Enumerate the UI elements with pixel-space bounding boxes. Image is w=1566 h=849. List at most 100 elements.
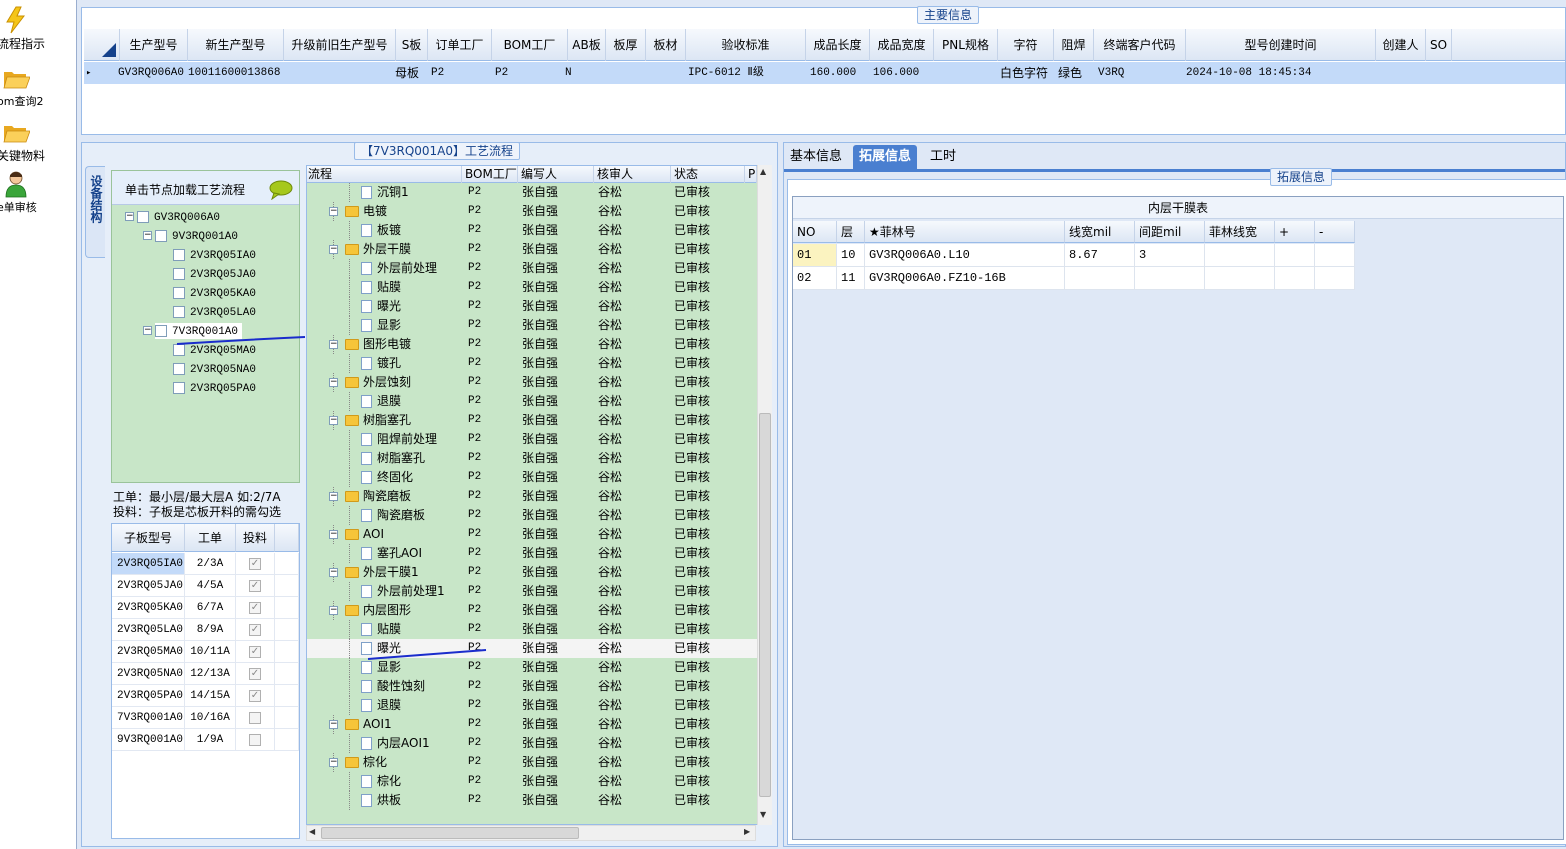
- tree-checkbox[interactable]: [173, 363, 185, 375]
- sub-cell-order[interactable]: 10/11A: [185, 641, 236, 663]
- sub-cell-order[interactable]: 8/9A: [185, 619, 236, 641]
- nav-item-key-material[interactable]: 关键物料: [0, 116, 76, 164]
- sub-cell-order[interactable]: 14/15A: [185, 685, 236, 707]
- process-row[interactable]: − 陶瓷磨板 P2 张自强 谷松 已审核: [307, 487, 757, 506]
- col-header[interactable]: 板材: [646, 29, 686, 61]
- tree-node[interactable]: 2V3RQ05MA0: [173, 342, 256, 358]
- ext-cell-remove[interactable]: [1315, 244, 1355, 267]
- proc-col-status[interactable]: 状态: [671, 166, 745, 183]
- ext-cell-remove[interactable]: [1315, 267, 1355, 290]
- tree-checkbox[interactable]: [173, 249, 185, 261]
- scroll-down-icon[interactable]: ▼: [760, 810, 766, 819]
- expand-toggle-icon[interactable]: −: [329, 758, 338, 767]
- process-row[interactable]: 曝光 P2 张自强 谷松 已审核: [307, 297, 757, 316]
- col-header[interactable]: 订单工厂: [428, 29, 492, 61]
- vscroll-thumb[interactable]: [759, 413, 771, 797]
- process-row[interactable]: − 内层图形 P2 张自强 谷松 已审核: [307, 601, 757, 620]
- expand-toggle-icon[interactable]: −: [329, 606, 338, 615]
- ext-col-remove[interactable]: -: [1315, 221, 1355, 243]
- process-row[interactable]: 终固化 P2 张自强 谷松 已审核: [307, 468, 757, 487]
- sub-cell-order[interactable]: 10/16A: [185, 707, 236, 729]
- tree-checkbox[interactable]: [155, 230, 167, 242]
- proc-col-flow[interactable]: 流程: [307, 166, 462, 183]
- feed-checkbox[interactable]: ✓: [249, 668, 261, 680]
- ext-cell-film_width[interactable]: [1205, 267, 1275, 290]
- feed-checkbox[interactable]: ✓: [249, 580, 261, 592]
- expand-toggle-icon[interactable]: −: [329, 720, 338, 729]
- scroll-up-icon[interactable]: ▲: [760, 167, 766, 176]
- process-row[interactable]: − 外层干膜1 P2 张自强 谷松 已审核: [307, 563, 757, 582]
- ext-col-add[interactable]: +: [1275, 221, 1315, 243]
- tree-node[interactable]: 2V3RQ05PA0: [173, 380, 256, 396]
- nav-item-process-guide[interactable]: 流程指示: [0, 4, 76, 56]
- ext-col-layer[interactable]: 层: [837, 221, 865, 243]
- feed-checkbox[interactable]: [249, 712, 261, 724]
- col-header[interactable]: 字符: [998, 29, 1054, 61]
- process-row[interactable]: − 外层蚀刻 P2 张自强 谷松 已审核: [307, 373, 757, 392]
- feed-checkbox[interactable]: ✓: [249, 646, 261, 658]
- sub-cell-order[interactable]: 4/5A: [185, 575, 236, 597]
- expand-toggle-icon[interactable]: −: [329, 378, 338, 387]
- ext-col-width[interactable]: 线宽mil: [1065, 221, 1135, 243]
- process-row[interactable]: 退膜 P2 张自强 谷松 已审核: [307, 392, 757, 411]
- ext-cell-width[interactable]: [1065, 267, 1135, 290]
- tree-node[interactable]: 9V3RQ001A0: [155, 228, 238, 244]
- nav-item-bom-query[interactable]: om查询2: [0, 62, 76, 110]
- ext-cell-width[interactable]: 8.67: [1065, 244, 1135, 267]
- proc-col-bom[interactable]: BOM工厂: [462, 166, 518, 183]
- process-row[interactable]: 陶瓷磨板 P2 张自强 谷松 已审核: [307, 506, 757, 525]
- col-header[interactable]: 板厚: [606, 29, 646, 61]
- tab-work-hours[interactable]: 工时: [924, 145, 962, 169]
- process-row[interactable]: 沉铜1 P2 张自强 谷松 已审核: [307, 183, 757, 202]
- expand-toggle-icon[interactable]: −: [329, 530, 338, 539]
- feed-checkbox[interactable]: ✓: [249, 624, 261, 636]
- sub-col-feed[interactable]: 投料: [236, 524, 275, 552]
- proc-col-writer[interactable]: 编写人: [518, 166, 594, 183]
- ext-cell-film[interactable]: GV3RQ006A0.FZ10-16B: [865, 267, 1065, 290]
- sub-cell-order[interactable]: 6/7A: [185, 597, 236, 619]
- feed-checkbox[interactable]: [249, 734, 261, 746]
- col-header[interactable]: BOM工厂: [492, 29, 568, 61]
- process-row[interactable]: 板镀 P2 张自强 谷松 已审核: [307, 221, 757, 240]
- sub-col-model[interactable]: 子板型号: [112, 524, 185, 552]
- sub-cell-order[interactable]: 2/3A: [185, 553, 236, 575]
- col-header[interactable]: 终端客户代码: [1094, 29, 1186, 61]
- feed-checkbox[interactable]: ✓: [249, 690, 261, 702]
- col-header[interactable]: AB板: [568, 29, 606, 61]
- process-row[interactable]: 镀孔 P2 张自强 谷松 已审核: [307, 354, 757, 373]
- sub-cell-model[interactable]: 2V3RQ05NA0: [112, 663, 185, 685]
- col-header[interactable]: 创建人: [1376, 29, 1426, 61]
- process-row[interactable]: 外层前处理 P2 张自强 谷松 已审核: [307, 259, 757, 278]
- col-header[interactable]: 升级前旧生产型号: [284, 29, 396, 61]
- process-row[interactable]: − 电镀 P2 张自强 谷松 已审核: [307, 202, 757, 221]
- proc-col-p[interactable]: P: [745, 166, 757, 183]
- hscroll-thumb[interactable]: [321, 827, 579, 839]
- tree-node[interactable]: 2V3RQ05JA0: [173, 266, 256, 282]
- expand-toggle-icon[interactable]: −: [329, 492, 338, 501]
- tree-node[interactable]: GV3RQ006A0: [137, 209, 220, 225]
- ext-cell-add[interactable]: [1275, 267, 1315, 290]
- process-row[interactable]: 塞孔AOI P2 张自强 谷松 已审核: [307, 544, 757, 563]
- process-row[interactable]: 曝光 P2 张自强 谷松 已审核: [307, 639, 757, 658]
- col-header[interactable]: 生产型号: [120, 29, 188, 61]
- tab-basic-info[interactable]: 基本信息: [784, 145, 848, 169]
- expand-toggle-icon[interactable]: −: [329, 207, 338, 216]
- col-header[interactable]: 型号创建时间: [1186, 29, 1376, 61]
- process-row[interactable]: 烘板 P2 张自强 谷松 已审核: [307, 791, 757, 810]
- proc-col-reviewer[interactable]: 核审人: [594, 166, 671, 183]
- tree-node[interactable]: 2V3RQ05LA0: [173, 304, 256, 320]
- scroll-left-icon[interactable]: ◀: [309, 827, 315, 836]
- sub-cell-model[interactable]: 2V3RQ05PA0: [112, 685, 185, 707]
- feed-checkbox[interactable]: ✓: [249, 602, 261, 614]
- sub-cell-model[interactable]: 9V3RQ001A0: [112, 729, 185, 751]
- ext-cell-film_width[interactable]: [1205, 244, 1275, 267]
- main-grid-row[interactable]: ▸ GV3RQ006A0 10011600013868 母板 P2 P2 N I…: [84, 62, 1565, 84]
- col-header[interactable]: S板: [396, 29, 428, 61]
- sub-cell-model[interactable]: 2V3RQ05IA0: [112, 553, 185, 575]
- sub-col-order[interactable]: 工单: [185, 524, 236, 552]
- expand-toggle-icon[interactable]: −: [143, 326, 152, 335]
- process-row[interactable]: 棕化 P2 张自强 谷松 已审核: [307, 772, 757, 791]
- tree-checkbox[interactable]: [173, 344, 185, 356]
- expand-toggle-icon[interactable]: −: [143, 231, 152, 240]
- expand-toggle-icon[interactable]: −: [329, 568, 338, 577]
